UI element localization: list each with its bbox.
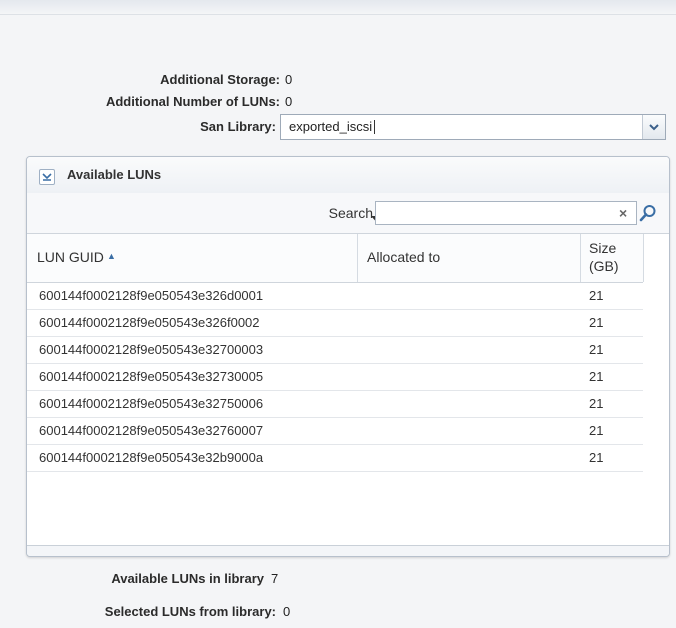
column-allocated-to-label: Allocated to [367, 249, 441, 265]
lun-guid-cell: 600144f0002128f9e050543e326d0001 [39, 288, 264, 303]
size-cell: 21 [589, 396, 604, 411]
sort-ascending-icon: ▲ [107, 251, 116, 261]
table-row[interactable]: 600144f0002128f9e050543e326f0002 21 [27, 310, 643, 337]
collapse-icon[interactable] [39, 169, 55, 185]
close-icon[interactable]: × [619, 205, 627, 221]
search-bar: Search × [27, 193, 669, 234]
available-luns-label: Available LUNs in library [111, 571, 264, 586]
san-library-value[interactable]: exported_iscsi [289, 120, 376, 134]
additional-storage-label: Additional Storage: [160, 72, 280, 87]
available-luns-panel: Available LUNs Search × LUN GUID ▲ Alloc… [26, 156, 670, 557]
panel-header: Available LUNs [27, 157, 669, 194]
lun-guid-cell: 600144f0002128f9e050543e32730005 [39, 369, 264, 384]
top-bar [0, 0, 676, 15]
san-library-dropdown-button[interactable] [642, 115, 665, 139]
size-cell: 21 [589, 423, 604, 438]
column-divider [580, 234, 581, 282]
san-library-select[interactable]: exported_iscsi [280, 114, 666, 140]
column-size-label-line1: Size [589, 240, 617, 256]
table-row[interactable]: 600144f0002128f9e050543e32730005 21 [27, 364, 643, 391]
search-input[interactable] [375, 201, 637, 225]
selected-luns-value: 0 [283, 604, 291, 619]
lun-guid-cell: 600144f0002128f9e050543e32750006 [39, 396, 264, 411]
search-label[interactable]: Search [329, 205, 373, 221]
size-cell: 21 [589, 342, 604, 357]
column-header-allocated-to[interactable]: Allocated to [367, 234, 577, 282]
table-row[interactable]: 600144f0002128f9e050543e32750006 21 [27, 391, 643, 418]
column-header-size[interactable]: Size (GB) [589, 234, 639, 282]
size-cell: 21 [589, 450, 604, 465]
chevron-down-icon [649, 124, 659, 131]
panel-title: Available LUNs [67, 167, 162, 182]
size-cell: 21 [589, 315, 604, 330]
lun-guid-cell: 600144f0002128f9e050543e326f0002 [39, 315, 260, 330]
size-cell: 21 [589, 288, 604, 303]
table-row[interactable]: 600144f0002128f9e050543e326d0001 21 [27, 283, 643, 310]
lun-guid-cell: 600144f0002128f9e050543e32b9000a [39, 450, 264, 465]
search-icon[interactable] [639, 204, 657, 227]
table-row[interactable]: 600144f0002128f9e050543e32700003 21 [27, 337, 643, 364]
available-luns-value: 7 [271, 571, 279, 586]
additional-luns-value: 0 [285, 94, 293, 109]
lun-guid-cell: 600144f0002128f9e050543e32760007 [39, 423, 264, 438]
column-header-lun-guid[interactable]: LUN GUID ▲ [37, 234, 357, 282]
panel-footer [27, 545, 669, 556]
san-library-label: San Library: [200, 119, 276, 134]
table-row[interactable]: 600144f0002128f9e050543e32b9000a 21 [27, 445, 643, 472]
column-divider [643, 234, 644, 282]
additional-luns-label: Additional Number of LUNs: [105, 94, 280, 109]
selected-luns-label: Selected LUNs from library: [104, 604, 276, 619]
column-divider [357, 234, 358, 282]
column-size-label-line2: (GB) [589, 258, 619, 274]
column-lun-guid-label: LUN GUID [37, 249, 104, 265]
table-header: LUN GUID ▲ Allocated to Size (GB) [27, 234, 644, 283]
additional-storage-value: 0 [285, 72, 293, 87]
size-cell: 21 [589, 369, 604, 384]
lun-guid-cell: 600144f0002128f9e050543e32700003 [39, 342, 264, 357]
table-row[interactable]: 600144f0002128f9e050543e32760007 21 [27, 418, 643, 445]
